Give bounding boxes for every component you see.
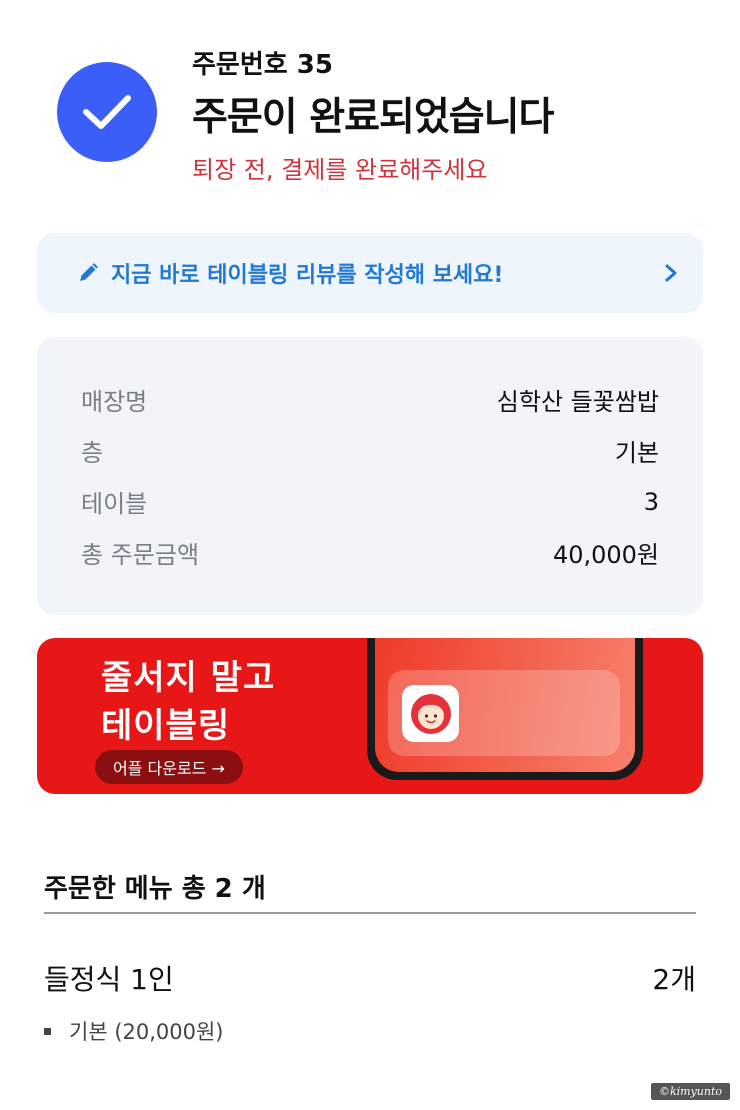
review-banner[interactable]: 지금 바로 테이블링 리뷰를 작성해 보세요!	[37, 233, 703, 313]
info-row-total: 총 주문금액 40,000원	[81, 527, 659, 578]
order-number: 주문번호 35	[192, 50, 333, 80]
payment-notice: 퇴장 전, 결제를 완료해주세요	[192, 156, 488, 184]
info-label: 총 주문금액	[81, 541, 200, 569]
menu-item-name: 들정식 1인	[44, 963, 174, 996]
info-label: 테이블	[81, 490, 148, 518]
promo-line-2: 테이블링	[101, 706, 231, 746]
info-value: 심학산 들꽃쌈밥	[496, 388, 659, 416]
phone-illustration	[367, 638, 643, 780]
menu-item-quantity: 2개	[652, 963, 696, 996]
menu-divider	[44, 912, 696, 914]
menu-item-option: 기본 (20,000원)	[44, 1016, 224, 1046]
order-info-card: 매장명 심학산 들꽃쌈밥 층 기본 테이블 3 총 주문금액 40,000원	[37, 337, 703, 615]
order-complete-header: 주문번호 35 주문이 완료되었습니다 퇴장 전, 결제를 완료해주세요	[0, 0, 740, 200]
bullet-icon	[44, 1027, 51, 1035]
page-title: 주문이 완료되었습니다	[192, 95, 554, 140]
chevron-right-icon	[661, 261, 681, 285]
app-promo-banner[interactable]: 줄서지 말고 테이블링 어플 다운로드 →	[37, 638, 703, 794]
check-circle-icon	[57, 62, 157, 162]
app-mascot-icon	[402, 685, 459, 742]
phone-screen	[375, 638, 635, 772]
info-label: 매장명	[81, 388, 148, 416]
app-download-button[interactable]: 어플 다운로드 →	[95, 750, 243, 784]
info-row-store: 매장명 심학산 들꽃쌈밥	[81, 374, 659, 425]
info-value: 3	[643, 487, 659, 516]
info-value: 40,000원	[552, 541, 659, 569]
menu-section-heading: 주문한 메뉴 총 2 개	[44, 874, 266, 904]
info-row-table: 테이블 3	[81, 476, 659, 527]
menu-item-option-text: 기본 (20,000원)	[69, 1020, 224, 1044]
info-row-floor: 층 기본	[81, 425, 659, 476]
pencil-icon	[77, 261, 101, 285]
promo-line-1: 줄서지 말고	[101, 658, 276, 698]
watermark: ©kimyunto	[650, 1083, 730, 1100]
review-banner-text: 지금 바로 테이블링 리뷰를 작성해 보세요!	[111, 263, 504, 288]
info-label: 층	[81, 439, 104, 467]
info-value: 기본	[614, 439, 659, 467]
notification-card	[388, 670, 620, 756]
menu-item: 들정식 1인 2개	[44, 958, 696, 998]
